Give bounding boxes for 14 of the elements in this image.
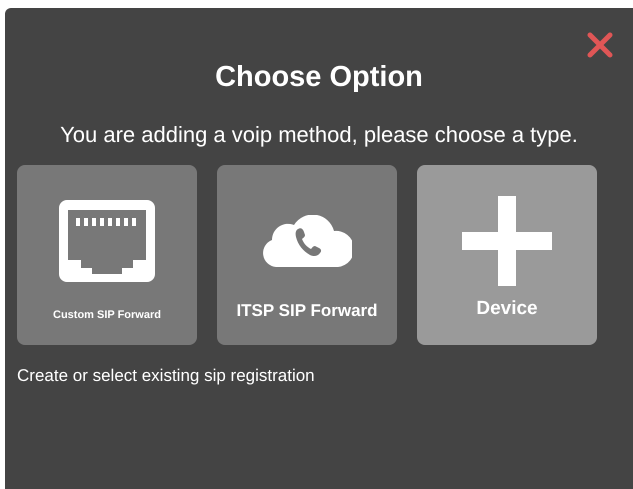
dialog-message: You are adding a voip method, please choose a type. <box>59 121 579 149</box>
ethernet-port-icon <box>59 200 155 282</box>
option-tile[interactable]: Custom SIP Forward <box>17 165 197 345</box>
plus-icon <box>462 196 552 286</box>
close-icon <box>587 32 613 58</box>
option-label: ITSP SIP Forward <box>236 300 378 322</box>
dialog-title: Choose Option <box>215 60 423 94</box>
option-label: Device <box>476 296 538 320</box>
hint-text: Create or select existing sip registration <box>17 365 316 387</box>
option-tile[interactable]: ITSP SIP Forward <box>217 165 397 345</box>
option-tile[interactable]: Device <box>417 165 597 345</box>
cloud-phone-icon <box>262 215 352 267</box>
close-button[interactable] <box>585 30 615 60</box>
option-label: Custom SIP Forward <box>53 308 161 322</box>
